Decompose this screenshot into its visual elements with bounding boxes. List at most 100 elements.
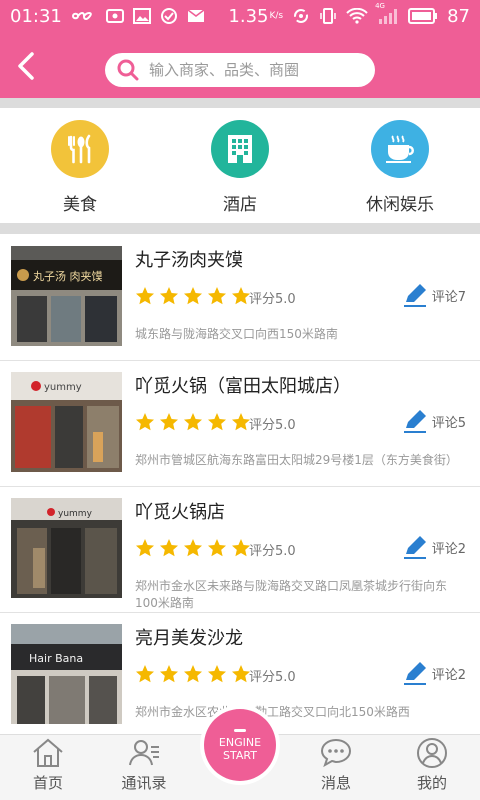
star-icon [160, 539, 178, 557]
category-leisure[interactable]: 休闲娱乐 [340, 120, 460, 215]
signal-icon: 4G [375, 2, 399, 24]
star-icon [160, 665, 178, 683]
star-icon [136, 287, 154, 305]
category-label: 休闲娱乐 [366, 195, 434, 215]
shop-address: 郑州市管城区航海东路富田太阳城29号楼1层（东方美食街） [135, 453, 458, 467]
star-icon [136, 539, 154, 557]
wifi-icon [346, 8, 368, 24]
shop-sign: yummy [44, 382, 82, 393]
star-rating [135, 286, 251, 306]
battery-level: 87 [447, 5, 470, 27]
network-speed: 1.35 [228, 5, 269, 27]
category-hotel[interactable]: 酒店 [180, 120, 300, 215]
star-icon [232, 665, 250, 683]
comment-count: 评论2 [431, 667, 466, 683]
star-icon [232, 539, 250, 557]
network-type: 4G [375, 2, 385, 10]
category-food[interactable]: 美食 [20, 120, 140, 215]
comment-count: 评论7 [431, 289, 466, 305]
fork-spoon-knife-icon [51, 120, 109, 178]
shop-address: 城东路与陇海路交叉口向西150米路南 [135, 327, 338, 341]
star-icon [208, 665, 226, 683]
pencil-icon [403, 662, 426, 685]
nav-label: 消息 [320, 774, 351, 792]
dash-icon [234, 728, 246, 732]
star-icon [232, 287, 250, 305]
nav-contacts[interactable]: 通讯录 [104, 737, 184, 793]
shop-list-item[interactable]: yummy 吖觅火锅店 评分5.0 评论2 郑州市金水区未来路与陇海路交叉路口凤… [0, 486, 480, 613]
chevron-left-icon [18, 52, 34, 80]
infinity-icon [71, 9, 97, 23]
nav-messages[interactable]: 消息 [296, 737, 376, 793]
mail-icon [187, 9, 205, 23]
category-label: 酒店 [223, 195, 257, 215]
star-icon [232, 413, 250, 431]
clock: 01:31 [10, 5, 62, 27]
vibrate-icon [319, 7, 337, 25]
star-rating [135, 664, 251, 684]
shop-address: 郑州市金水区农业路与勤工路交叉口向北150米路西 [135, 705, 410, 719]
nav-mine[interactable]: 我的 [392, 737, 472, 793]
rating-score: 评分5.0 [249, 670, 296, 685]
rating-score: 评分5.0 [249, 544, 296, 559]
rating-score: 评分5.0 [249, 292, 296, 307]
comment-button[interactable]: 评论2 [402, 660, 466, 686]
shop-name: 吖觅火锅店 [135, 502, 225, 523]
shop-name: 吖觅火锅（富田太阳城店） [135, 376, 351, 397]
shop-name: 亮月美发沙龙 [135, 628, 243, 649]
top-bar [0, 32, 480, 98]
star-icon [184, 665, 202, 683]
shop-sign: 丸子汤 肉夹馍 [33, 269, 103, 283]
engine-start-button[interactable]: ENGINE START [200, 705, 280, 785]
check-circle-icon [160, 7, 178, 25]
divider [0, 223, 480, 234]
shop-list-item[interactable]: yummy 吖觅火锅（富田太阳城店） 评分5.0 评论5 郑州市管城区航海东路富… [0, 360, 480, 487]
star-icon [160, 413, 178, 431]
star-rating [135, 538, 251, 558]
category-bar: 美食 酒店 休闲娱乐 [0, 108, 480, 223]
coffee-cup-icon [371, 120, 429, 178]
search-input[interactable] [149, 61, 349, 79]
nav-home[interactable]: 首页 [8, 737, 88, 793]
search-icon [117, 59, 139, 81]
star-icon [184, 413, 202, 431]
nav-label: 通讯录 [121, 774, 167, 792]
comment-button[interactable]: 评论5 [402, 408, 466, 434]
shop-photo: Hair Bana [11, 624, 122, 724]
comment-button[interactable]: 评论2 [402, 534, 466, 560]
star-icon [136, 665, 154, 683]
search-bar[interactable] [105, 53, 375, 87]
sync-icon [292, 7, 310, 25]
shop-sign: Hair Bana [29, 652, 83, 665]
chat-bubble-icon [320, 738, 352, 768]
shop-address: 郑州市金水区未来路与陇海路交叉路口凤凰茶城步行街向东100米路南 [135, 579, 448, 610]
comment-button[interactable]: 评论7 [402, 282, 466, 308]
shop-list-item[interactable]: 丸子汤 肉夹馍 丸子汤肉夹馍 评分5.0 评论7 城东路与陇海路交叉口向西150… [0, 234, 480, 361]
rating-score: 评分5.0 [249, 418, 296, 433]
shop-name: 丸子汤肉夹馍 [135, 250, 243, 271]
comment-count: 评论2 [431, 541, 466, 557]
star-icon [208, 413, 226, 431]
app-notification-icon [105, 8, 124, 24]
pencil-icon [403, 284, 426, 307]
shop-photo: yummy [11, 498, 122, 598]
nav-label: 我的 [416, 774, 447, 792]
star-icon [208, 539, 226, 557]
divider [0, 98, 480, 108]
star-icon [184, 287, 202, 305]
engine-label-line2: START [223, 748, 257, 762]
engine-label-line1: ENGINE [218, 735, 262, 749]
pencil-icon [403, 536, 426, 559]
shop-list: 丸子汤 肉夹馍 丸子汤肉夹馍 评分5.0 评论7 城东路与陇海路交叉口向西150… [0, 234, 480, 734]
back-button[interactable] [8, 48, 44, 84]
comment-count: 评论5 [431, 415, 466, 431]
contacts-icon [129, 740, 159, 766]
star-icon [208, 287, 226, 305]
star-icon [184, 539, 202, 557]
network-speed-unit: K/s [269, 11, 284, 21]
hotel-building-icon [211, 120, 269, 178]
star-rating [135, 412, 251, 432]
star-icon [136, 413, 154, 431]
star-icon [160, 287, 178, 305]
battery-icon [408, 8, 438, 24]
